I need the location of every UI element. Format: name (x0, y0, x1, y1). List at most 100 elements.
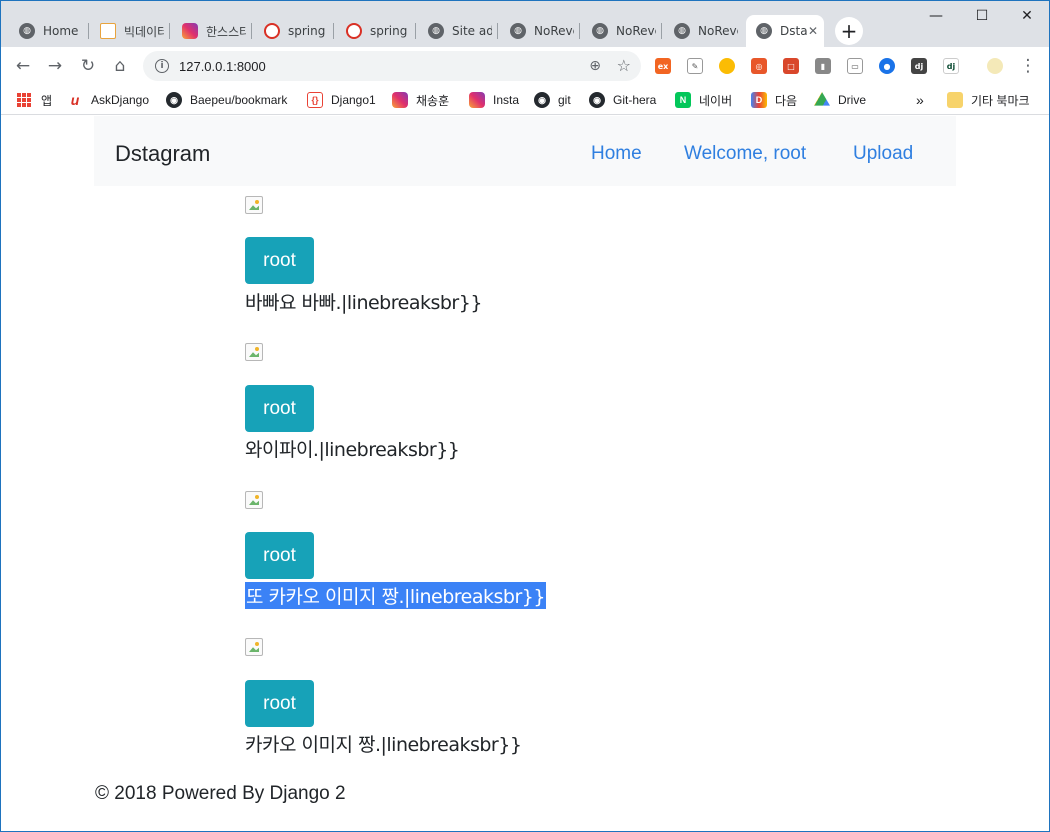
tab-label: Site adm (452, 24, 492, 38)
tab-label: NoReve (616, 24, 656, 38)
bookmark-label: 채송훈 (416, 93, 450, 108)
maximize-button[interactable]: ☐ (959, 1, 1005, 31)
extension-dj-icon[interactable]: dj (943, 58, 959, 74)
globe-icon: ◍ (428, 23, 444, 39)
post-author-button[interactable]: root (245, 385, 314, 432)
globe-icon: ◍ (756, 23, 772, 39)
daum-icon: D (751, 92, 767, 108)
tab-strip: ◍ Home | 빅데이터 한스스타 spring | spring | ◍ S… (1, 1, 1049, 47)
menu-kebab-icon[interactable]: ⋮ (1017, 55, 1039, 77)
tab-label: Dsta (780, 24, 808, 38)
bookmark-git-hera[interactable]: ◉ Git-hera (589, 91, 656, 109)
minimize-button[interactable]: — (913, 1, 959, 31)
extension-circle-icon[interactable]: ● (879, 58, 895, 74)
bookmark-star-icon[interactable]: ☆ (617, 56, 631, 75)
url-text[interactable]: 127.0.0.1:8000 (179, 59, 266, 74)
broken-image-icon (245, 196, 263, 214)
site-brand[interactable]: Dstagram (115, 141, 210, 167)
extension-barcode-icon[interactable]: ▮ (815, 58, 831, 74)
site-navbar: Dstagram Home Welcome, root Upload (94, 116, 956, 186)
post-author-button[interactable]: root (245, 237, 314, 284)
tab-label: spring | (370, 24, 410, 38)
post-author-button[interactable]: root (245, 532, 314, 579)
tab-spring-1[interactable]: spring | (254, 15, 334, 47)
tab-site-admin[interactable]: ◍ Site adm (418, 15, 498, 47)
tab-instagram[interactable]: 한스스타 (172, 15, 252, 47)
tab-spring-2[interactable]: spring | (336, 15, 416, 47)
tab-noreverse-1[interactable]: ◍ NoReve (500, 15, 580, 47)
extension-django-icon[interactable]: dj (911, 58, 927, 74)
post-image (245, 638, 265, 658)
post-caption: 와이파이.|linebreaksbr}} (245, 439, 460, 461)
tab-label: 빅데이터 (124, 24, 164, 39)
tab-noreverse-3[interactable]: ◍ NoReve (664, 15, 744, 47)
bookmark-git[interactable]: ◉ git (534, 91, 571, 109)
bookmark-label: 다음 (775, 93, 798, 108)
profile-avatar-icon[interactable] (987, 58, 1003, 74)
apps-grid-icon (17, 93, 31, 107)
bookmark-naver[interactable]: N 네이버 (675, 91, 732, 109)
bookmark-chaesonghun[interactable]: 채송훈 (392, 91, 449, 109)
nav-upload-link[interactable]: Upload (853, 143, 913, 165)
tab-noreverse-2[interactable]: ◍ NoReve (582, 15, 662, 47)
bookmark-insta[interactable]: Insta (469, 91, 519, 109)
tab-mail[interactable]: 빅데이터 (90, 15, 170, 47)
bookmark-label: Insta (493, 93, 520, 107)
mail-icon (100, 23, 116, 39)
extension-window-icon[interactable]: ▭ (847, 58, 863, 74)
post-author-button[interactable]: root (245, 680, 314, 727)
page-viewport: Dstagram Home Welcome, root Upload root … (1, 116, 1049, 831)
tab-label: 한스스타 (206, 24, 246, 39)
globe-icon: ◍ (510, 23, 526, 39)
askdjango-icon: u (70, 92, 80, 108)
bookmark-label: 기타 북마크 (971, 93, 1030, 108)
spring-icon (264, 23, 280, 39)
broken-image-icon (245, 343, 263, 361)
bookmarks-overflow-button[interactable]: » (916, 91, 924, 109)
close-tab-icon[interactable]: ✕ (808, 24, 818, 38)
browser-toolbar: ← → ↻ ⌂ i 127.0.0.1:8000 ⊕ ☆ ex ✎ ◎ □ ▮ … (1, 47, 1049, 85)
post-image (245, 196, 265, 216)
bookmark-label: Baepeu/bookmark (190, 93, 288, 107)
bookmark-askdjango[interactable]: u AskDjango (67, 91, 149, 109)
tab-label: spring | (288, 24, 328, 38)
instagram-icon (182, 23, 198, 39)
forward-arrow-icon[interactable]: → (44, 55, 66, 77)
tab-dstagram-active[interactable]: ◍ Dsta ✕ (746, 15, 824, 47)
home-icon[interactable]: ⌂ (109, 55, 131, 77)
bookmark-daum[interactable]: D 다음 (751, 91, 797, 109)
extension-eye-icon[interactable]: ✎ (687, 58, 703, 74)
zoom-icon[interactable]: ⊕ (589, 58, 601, 74)
post-image (245, 491, 265, 511)
bookmark-drive[interactable]: Drive (814, 91, 866, 109)
back-arrow-icon[interactable]: ← (12, 55, 34, 77)
close-window-button[interactable]: ✕ (1004, 1, 1049, 31)
extension-chrome-icon[interactable] (719, 58, 735, 74)
reload-icon[interactable]: ↻ (77, 55, 99, 77)
globe-icon: ◍ (674, 23, 690, 39)
bookmark-apps[interactable]: 앱 (17, 91, 52, 109)
new-tab-button[interactable]: + (835, 17, 863, 45)
bookmark-label: Django1 (331, 93, 376, 107)
instagram-icon (392, 92, 408, 108)
github-icon: ◉ (534, 92, 550, 108)
bookmark-baepeu[interactable]: ◉ Baepeu/bookmark (166, 91, 287, 109)
instagram-icon (469, 92, 485, 108)
address-bar[interactable]: i 127.0.0.1:8000 ⊕ ☆ (143, 51, 641, 81)
nav-welcome-link[interactable]: Welcome, root (684, 143, 806, 165)
bookmark-label: AskDjango (91, 93, 150, 107)
tab-home[interactable]: ◍ Home | (9, 15, 89, 47)
extension-ex-icon[interactable]: ex (655, 58, 671, 74)
site-footer: © 2018 Powered By Django 2 (95, 783, 346, 804)
post-image (245, 343, 265, 363)
drive-icon (814, 92, 830, 106)
bookmark-django1[interactable]: {} Django1 (307, 91, 376, 109)
extension-swirl-icon[interactable]: ◎ (751, 58, 767, 74)
bookmark-label: Drive (838, 93, 867, 107)
post-caption: 바빠요 바빠.|linebreaksbr}} (245, 292, 482, 314)
other-bookmarks[interactable]: 기타 북마크 (947, 91, 1030, 109)
extension-office-icon[interactable]: □ (783, 58, 799, 74)
nav-home-link[interactable]: Home (591, 143, 642, 165)
site-info-icon[interactable]: i (155, 59, 169, 73)
broken-image-icon (245, 491, 263, 509)
